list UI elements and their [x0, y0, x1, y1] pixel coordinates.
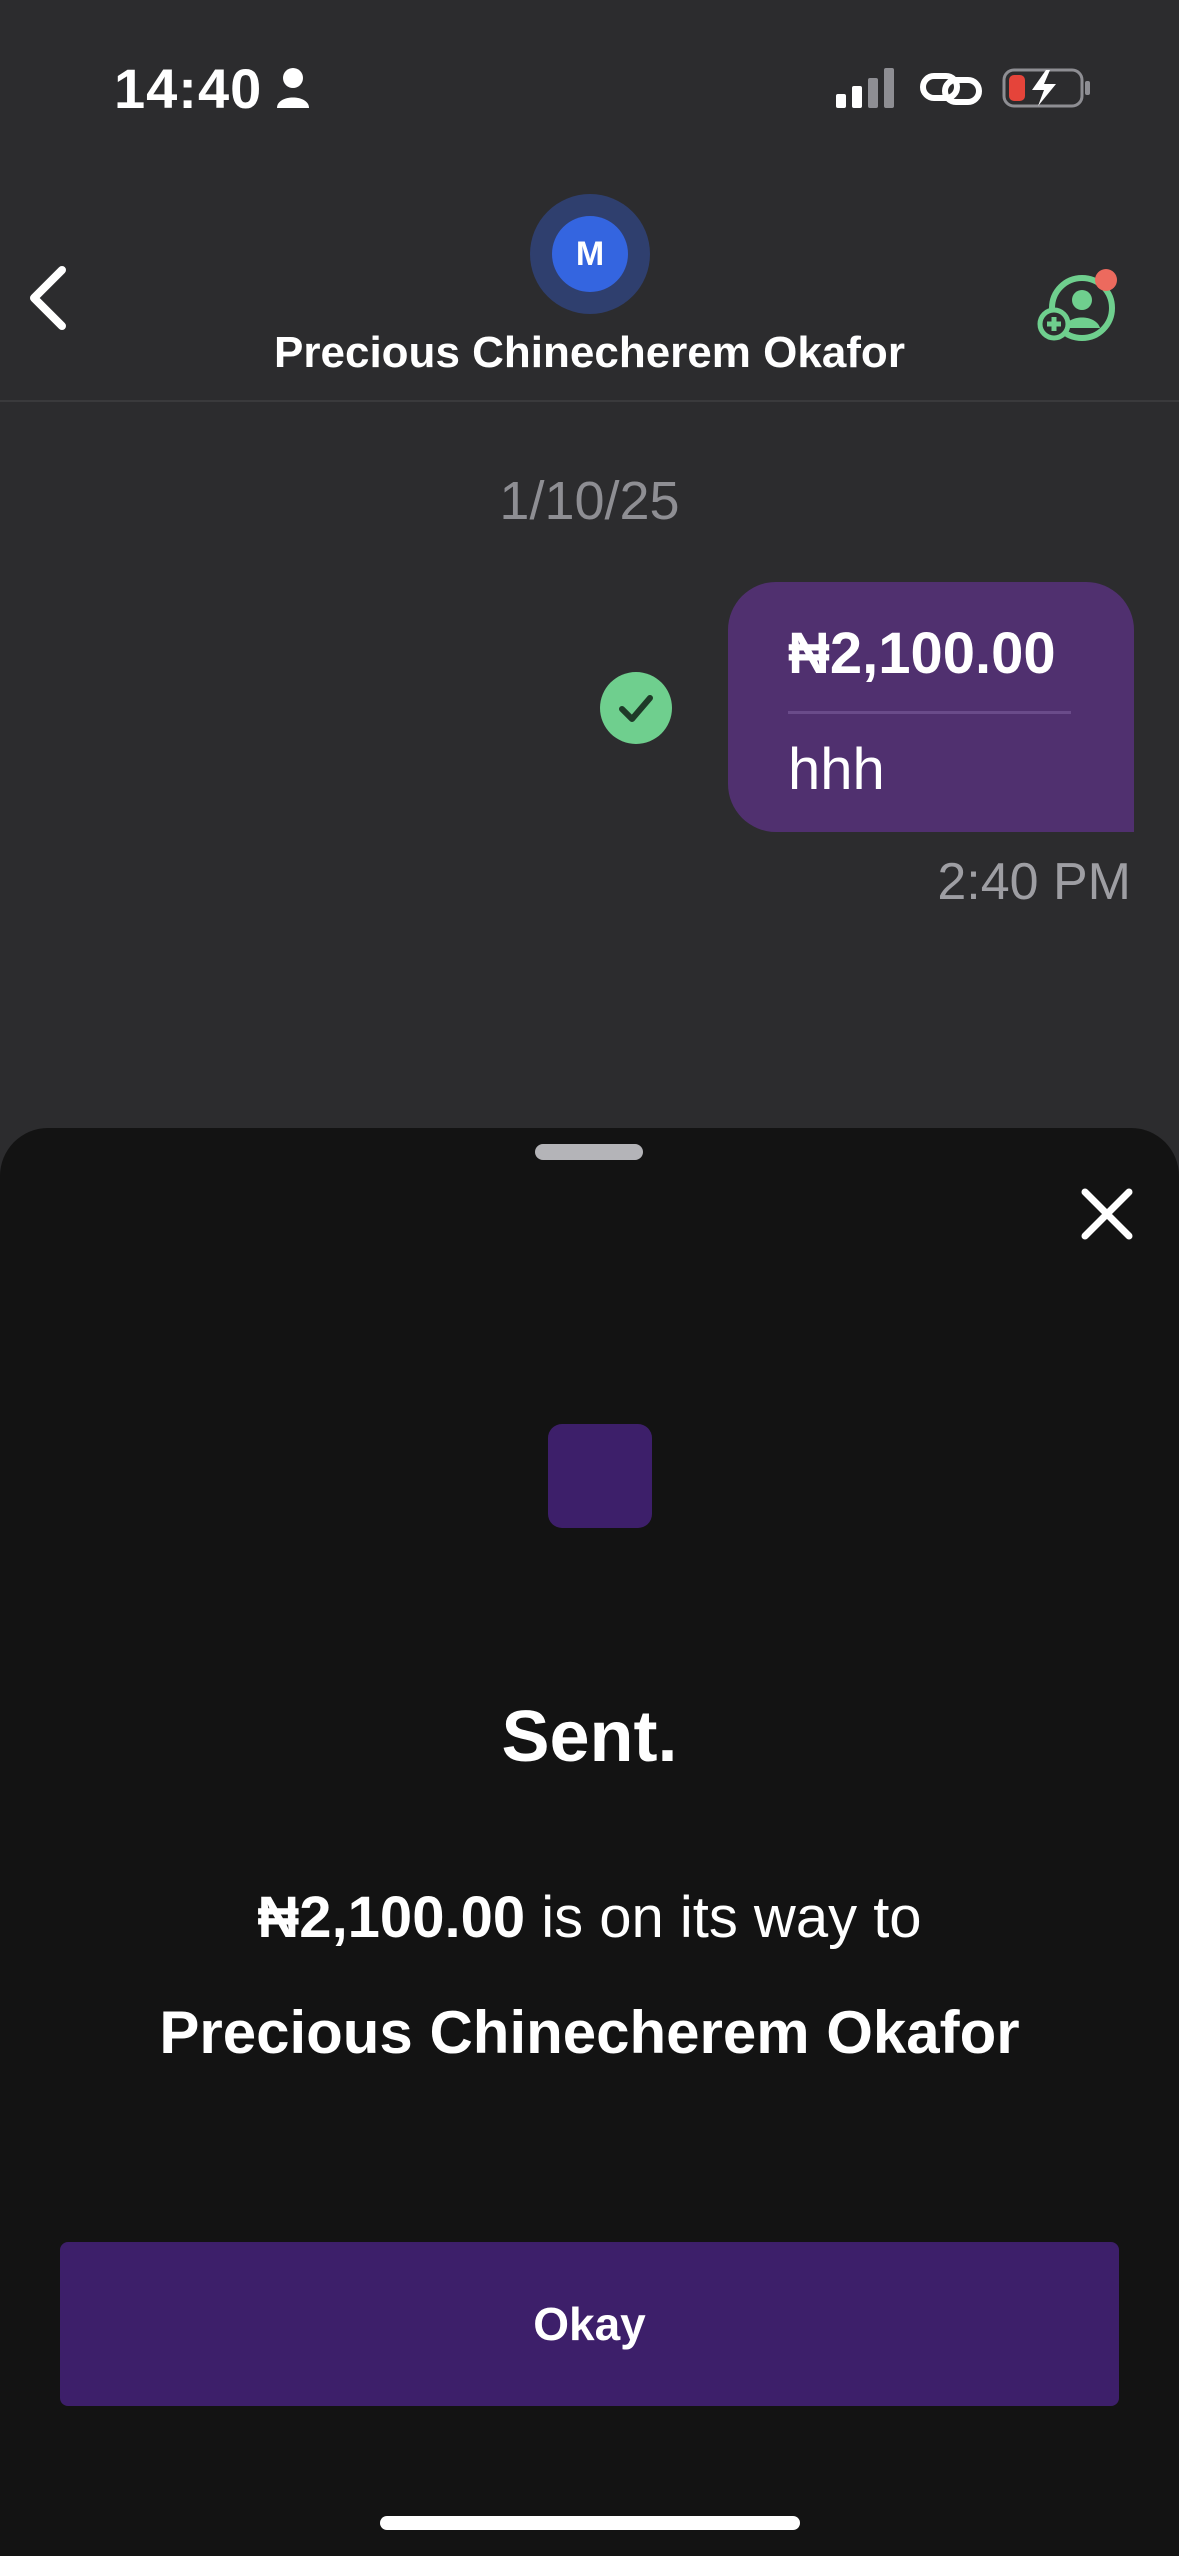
home-indicator [380, 2516, 800, 2530]
okay-button[interactable]: Okay [60, 2242, 1119, 2406]
close-icon[interactable] [1075, 1182, 1139, 1246]
message-amount: ₦2,100.00 [788, 621, 1056, 686]
sent-recipient: Precious Chinecherem Okafor [159, 1999, 1020, 2066]
sent-message-suffix: is on its way to [525, 1885, 922, 1950]
battery-charging-icon [1002, 68, 1090, 108]
sent-title: Sent. [501, 1697, 678, 1777]
chat-date: 1/10/25 [499, 471, 680, 531]
status-bar: 14:40 [0, 0, 1179, 170]
message-note: hhh [788, 737, 885, 802]
payment-chat-screen: 14:40 M Precious Chinecherem Okafor 1/10… [0, 0, 1179, 2556]
status-time: 14:40 [114, 57, 263, 120]
payment-sent-sheet: Sent. ₦2,100.00 is on its way to Preciou… [0, 1128, 1179, 2556]
chevron-left-icon[interactable] [18, 258, 78, 338]
avatar[interactable]: M [530, 194, 650, 314]
message-time: 2:40 PM [937, 853, 1131, 911]
check-icon [600, 672, 672, 744]
signal-icon [836, 68, 894, 108]
avatar-initial: M [552, 216, 628, 292]
chat-header: M Precious Chinecherem Okafor [0, 170, 1179, 402]
person-icon [277, 68, 309, 108]
payment-message-bubble[interactable]: ₦2,100.00 hhh [728, 582, 1134, 832]
contact-name: Precious Chinecherem Okafor [274, 328, 905, 377]
sheet-drag-handle[interactable] [535, 1144, 643, 1160]
sent-message: ₦2,100.00 is on its way to [0, 1884, 1179, 1951]
add-contact-icon[interactable] [1036, 266, 1126, 346]
link-icon [920, 73, 982, 105]
status-illustration [548, 1424, 652, 1528]
bubble-divider [788, 711, 1071, 714]
sent-amount: ₦2,100.00 [257, 1885, 526, 1950]
check-mark-glyph [619, 695, 653, 722]
